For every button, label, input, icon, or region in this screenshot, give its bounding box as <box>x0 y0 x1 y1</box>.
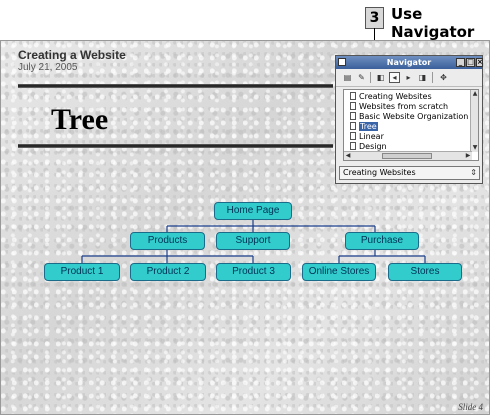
minimize-icon[interactable]: _ <box>456 58 465 67</box>
maximize-icon[interactable]: □ <box>466 58 475 67</box>
horizontal-scrollbar[interactable]: ◀ ▶ <box>344 151 472 160</box>
tree-node-products[interactable]: Products <box>130 232 205 250</box>
tree-node-support[interactable]: Support <box>216 232 290 250</box>
drag-mode-icon[interactable]: ✥ <box>438 72 449 83</box>
tree-node-online-stores[interactable]: Online Stores <box>302 263 376 281</box>
navigator-title: Navigator <box>386 58 432 67</box>
document-select[interactable]: Creating Websites ⇕ <box>339 166 480 180</box>
presentation-icon[interactable]: ▤ <box>342 72 353 83</box>
tree-node-product-2[interactable]: Product 2 <box>130 263 206 281</box>
scroll-thumb[interactable] <box>382 153 432 159</box>
slide-doc-icon <box>350 132 356 140</box>
slide-doc-icon <box>350 112 356 120</box>
tree-node-purchase[interactable]: Purchase <box>345 232 419 250</box>
pen-icon[interactable]: ✎ <box>356 72 367 83</box>
first-slide-icon[interactable]: ◧ <box>375 72 386 83</box>
tree-node-product-3[interactable]: Product 3 <box>216 263 291 281</box>
list-item[interactable]: Creating Websites <box>350 92 432 102</box>
list-item[interactable]: Linear <box>350 132 384 142</box>
navigator-window[interactable]: Navigator _ □ × ▤ ✎ ◧ ◂ ▸ ◨ ✥ Creating W… <box>335 55 483 184</box>
window-menu-icon[interactable] <box>338 58 346 66</box>
scroll-left-icon[interactable]: ◀ <box>344 152 352 160</box>
list-item[interactable]: Basic Website Organization <box>350 112 468 122</box>
previous-slide-icon[interactable]: ◂ <box>389 72 400 83</box>
navigator-titlebar[interactable]: Navigator _ □ × <box>336 56 483 69</box>
scroll-right-icon[interactable]: ▶ <box>464 152 472 160</box>
toolbar-separator <box>432 72 433 83</box>
slide-doc-icon <box>350 142 356 150</box>
navigator-slide-list[interactable]: Creating Websites Websites from scratch … <box>343 89 479 161</box>
tree-node-home-page[interactable]: Home Page <box>214 202 292 220</box>
slide-doc-icon <box>350 102 356 110</box>
list-item-selected[interactable]: Tree <box>350 122 378 132</box>
last-slide-icon[interactable]: ◨ <box>417 72 428 83</box>
slide-doc-icon <box>350 122 356 130</box>
slide-doc-icon <box>350 92 356 100</box>
vertical-scrollbar[interactable]: ▲ ▼ <box>470 90 478 152</box>
close-icon[interactable]: × <box>476 58 483 67</box>
next-slide-icon[interactable]: ▸ <box>403 72 414 83</box>
spin-arrows-icon[interactable]: ⇕ <box>470 167 477 179</box>
document-select-value: Creating Websites <box>343 168 416 177</box>
tree-node-stores[interactable]: Stores <box>388 263 462 281</box>
tree-node-product-1[interactable]: Product 1 <box>44 263 120 281</box>
toolbar-separator <box>370 72 371 83</box>
scroll-down-icon[interactable]: ▼ <box>471 144 478 152</box>
navigator-toolbar: ▤ ✎ ◧ ◂ ▸ ◨ ✥ <box>336 69 482 87</box>
list-item[interactable]: Websites from scratch <box>350 102 448 112</box>
scroll-up-icon[interactable]: ▲ <box>471 90 478 98</box>
